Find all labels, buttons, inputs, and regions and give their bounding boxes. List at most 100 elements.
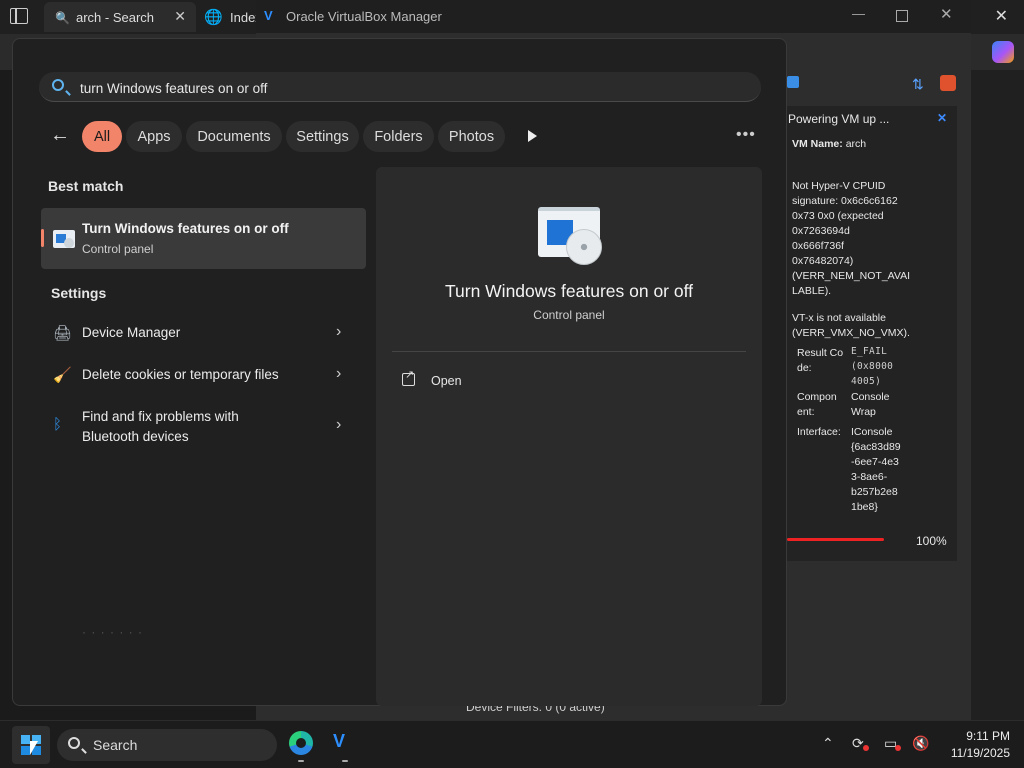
sort-icon[interactable]: ⇅ [912,76,924,93]
value-line: {6ac83d89 [851,441,901,453]
label-line: Compon [797,391,837,403]
result-code-value: E_FAIL (0x8000 4005) [851,344,911,389]
close-button[interactable]: ✕ [940,5,953,23]
browser-tab-search[interactable]: 🔍 arch - Search ✕ [44,2,196,32]
label-line: Bluetooth devices [82,429,189,444]
running-indicator [342,760,348,762]
component-label: Compon ent: [797,390,849,420]
copilot-icon[interactable] [992,41,1014,63]
settings-item-label: Find and fix problems with Bluetooth dev… [82,407,239,447]
value-line: Console [851,391,890,403]
browser-side-pane [970,70,1024,720]
virtualbox-taskbar-icon[interactable]: V [333,731,357,755]
back-arrow-icon[interactable]: ← [50,124,70,147]
component-value: Console Wrap [851,390,911,420]
error-line: 0x666f736f [792,240,844,252]
label-line: Result Co [797,347,844,359]
close-tab-icon[interactable]: ✕ [174,8,186,25]
window-title: Oracle VirtualBox Manager [286,9,442,24]
device-manager-icon: 🖨 [53,325,73,342]
result-subtitle: Control panel [82,242,154,256]
loading-indicator: · · · · · · · [82,625,143,639]
filter-photos[interactable]: Photos [438,121,505,152]
notification-title: Powering VM up ... [788,112,890,126]
value-line: 1be8} [851,501,878,513]
window-titlebar: V Oracle VirtualBox Manager — ✕ [256,0,971,33]
browser-tab-index[interactable]: 🌐 Index [200,2,262,32]
more-options-icon[interactable]: ••• [736,126,756,144]
value-line: (0x8000 [851,361,894,372]
windows-features-icon [53,230,75,248]
best-match-result[interactable]: Turn Windows features on or off Control … [41,208,366,269]
settings-item-bluetooth-troubleshoot[interactable]: ᛒ Find and fix problems with Bluetooth d… [41,404,366,450]
progress-percent: 100% [916,534,947,548]
label-line: ent: [797,406,815,418]
error-line: signature: 0x6c6c6162 [792,195,898,207]
vm-name-value: arch [845,138,867,150]
search-icon [52,79,64,91]
settings-heading: Settings [51,285,107,301]
search-input[interactable] [80,79,720,97]
filter-all[interactable]: All [82,121,122,152]
error-line: (VERR_VMX_NO_VMX). [792,327,910,339]
search-tab-icon: 🔍 [55,11,70,25]
clock-time[interactable]: 9:11 PM [950,729,1010,743]
settings-item-label: Device Manager [82,325,181,340]
taskbar-search-label: Search [93,737,138,753]
value-line: b257b2e8 [851,486,898,498]
error-line: VT-x is not available [792,312,886,324]
browser-sidebar-icon[interactable] [10,8,28,24]
error-line: LABLE). [792,285,832,297]
filter-documents[interactable]: Documents [186,121,282,152]
clock-date[interactable]: 11/19/2025 [940,746,1010,760]
search-icon [68,737,80,749]
error-line: 0x76482074) [792,255,854,267]
alert-dot [863,745,869,751]
maximize-button[interactable] [896,10,908,22]
error-message-1: Not Hyper-V CPUID signature: 0x6c6c6162 … [792,179,910,299]
filter-settings[interactable]: Settings [286,121,359,152]
minimize-button[interactable]: — [852,6,865,21]
open-external-icon [402,368,415,386]
chevron-right-icon: › [336,416,342,433]
label-line: de: [797,362,812,374]
value-line: E_FAIL [851,346,888,357]
value-line: 4005) [851,376,882,387]
interface-label: Interface: [797,426,841,438]
result-code-label: Result Co de: [797,346,849,376]
close-notification-icon[interactable]: ✕ [937,111,947,125]
settings-item-delete-cookies[interactable]: 🧹 Delete cookies or temporary files › [41,362,366,392]
selection-accent [41,229,44,247]
filter-apps[interactable]: Apps [126,121,182,152]
settings-item-device-manager[interactable]: 🖨 Device Manager › [41,320,366,350]
open-action[interactable]: Open [402,368,522,392]
edge-browser-icon[interactable] [289,731,313,755]
more-filters-play-icon[interactable] [528,130,537,142]
windows-features-large-icon [538,207,602,265]
settings-item-label: Delete cookies or temporary files [82,367,279,382]
cleanup-icon: 🧹 [53,367,72,384]
alert-dot [895,745,901,751]
virtualbox-logo-icon: V [264,8,273,23]
error-line: 0x7263694d [792,225,850,237]
chevron-right-icon: › [336,365,342,382]
browser-close-icon[interactable]: ✕ [995,6,1008,26]
filter-folders[interactable]: Folders [363,121,434,152]
interface-value: IConsole {6ac83d89 -6ee7-4e3 3-8ae6- b25… [851,425,911,515]
detail-subtitle: Control panel [533,308,605,322]
notification-center-icon[interactable] [940,75,956,91]
detail-title: Turn Windows features on or off [444,281,694,301]
taskbar-search[interactable]: Search [57,729,277,761]
value-line: IConsole [851,426,893,438]
error-line: (VERR_NEM_NOT_AVAI [792,270,911,282]
error-line: Not Hyper-V CPUID [792,180,886,192]
volume-muted-icon[interactable]: 🔇 [912,735,930,751]
best-match-heading: Best match [48,178,124,194]
mouse-cursor-icon [30,741,38,755]
vm-name-row: VM Name: arch [792,137,866,152]
progress-bar [787,538,884,541]
show-hidden-icons-icon[interactable]: ⌃ [822,735,834,752]
label-line: Find and fix problems with [82,409,239,424]
vm-toolbar-icon[interactable] [787,76,799,88]
globe-icon: 🌐 [204,9,223,26]
